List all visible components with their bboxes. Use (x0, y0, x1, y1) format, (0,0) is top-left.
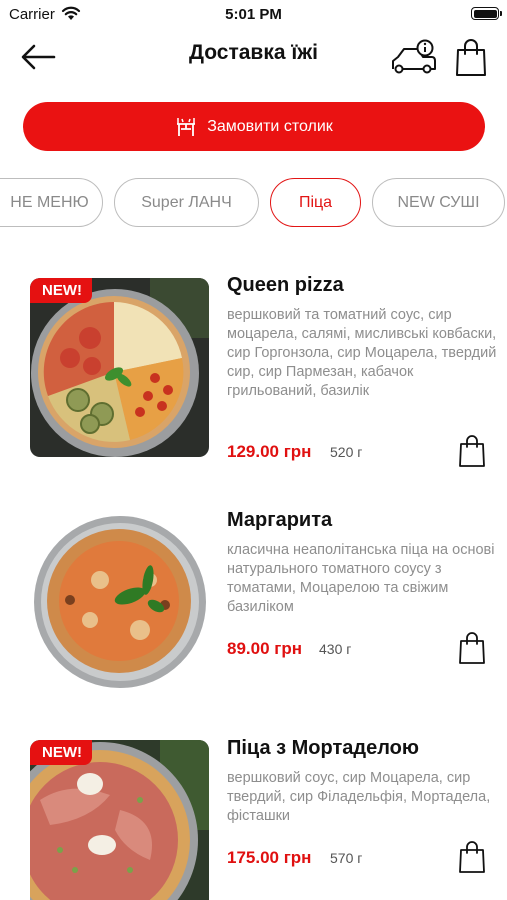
restaurant-table-icon (177, 117, 196, 136)
battery-icon (471, 7, 502, 20)
pizza-image (30, 278, 209, 457)
tab-super-lunch[interactable]: Super ЛАНЧ (114, 178, 259, 227)
nav-bar: Доставка їжі (0, 28, 507, 88)
new-badge: NEW! (30, 740, 92, 765)
cart-button[interactable] (454, 38, 488, 78)
product-weight: 430 г (319, 641, 352, 657)
product-image: NEW! (30, 278, 209, 457)
product-price: 89.00 грн (227, 639, 302, 658)
category-tabs: НЕ МЕНЮ Super ЛАНЧ Піца NEW СУШІ (0, 178, 507, 228)
status-bar: Carrier 5:01 PM (0, 0, 507, 28)
product-name: Піца з Мортаделою (227, 737, 419, 759)
product-weight: 520 г (330, 444, 363, 460)
product-card[interactable]: NEW! Queen pizza вершковий та томатний с… (0, 270, 507, 470)
reserve-table-button[interactable]: Замовити столик (23, 102, 485, 151)
product-weight: 570 г (330, 850, 363, 866)
product-description: класична неаполітанська піца на основі н… (227, 542, 495, 615)
product-name: Queen pizza (227, 274, 344, 296)
shopping-bag-icon (456, 39, 486, 76)
tab-new-sushi[interactable]: NEW СУШІ (372, 178, 505, 227)
product-price: 175.00 грн (227, 848, 312, 867)
shopping-bag-icon (459, 632, 485, 664)
add-to-cart-button[interactable] (458, 840, 486, 874)
reserve-table-label: Замовити столик (207, 117, 333, 135)
shopping-bag-icon (459, 435, 485, 467)
delivery-info-button[interactable] (390, 39, 438, 77)
tab-ne-menu[interactable]: НЕ МЕНЮ (0, 178, 103, 227)
product-price: 129.00 грн (227, 442, 312, 461)
pizza-image (30, 510, 209, 689)
delivery-car-info-icon (392, 39, 436, 74)
product-description: вершковий соус, сир Моцарела, сир тверди… (227, 770, 491, 824)
shopping-bag-icon (459, 841, 485, 873)
add-to-cart-button[interactable] (458, 434, 486, 468)
product-card[interactable]: NEW! Піца з Мортаделою вершковий соус, с… (0, 733, 507, 900)
product-image (30, 510, 209, 689)
product-image: NEW! (30, 740, 209, 900)
add-to-cart-button[interactable] (458, 631, 486, 665)
tab-pizza[interactable]: Піца (270, 178, 361, 227)
clock-time: 5:01 PM (225, 6, 282, 23)
product-card[interactable]: Маргарита класична неаполітанська піца н… (0, 505, 507, 705)
product-name: Маргарита (227, 509, 333, 531)
new-badge: NEW! (30, 278, 92, 303)
product-description: вершковий та томатний соус, сир моцарела… (227, 307, 497, 399)
